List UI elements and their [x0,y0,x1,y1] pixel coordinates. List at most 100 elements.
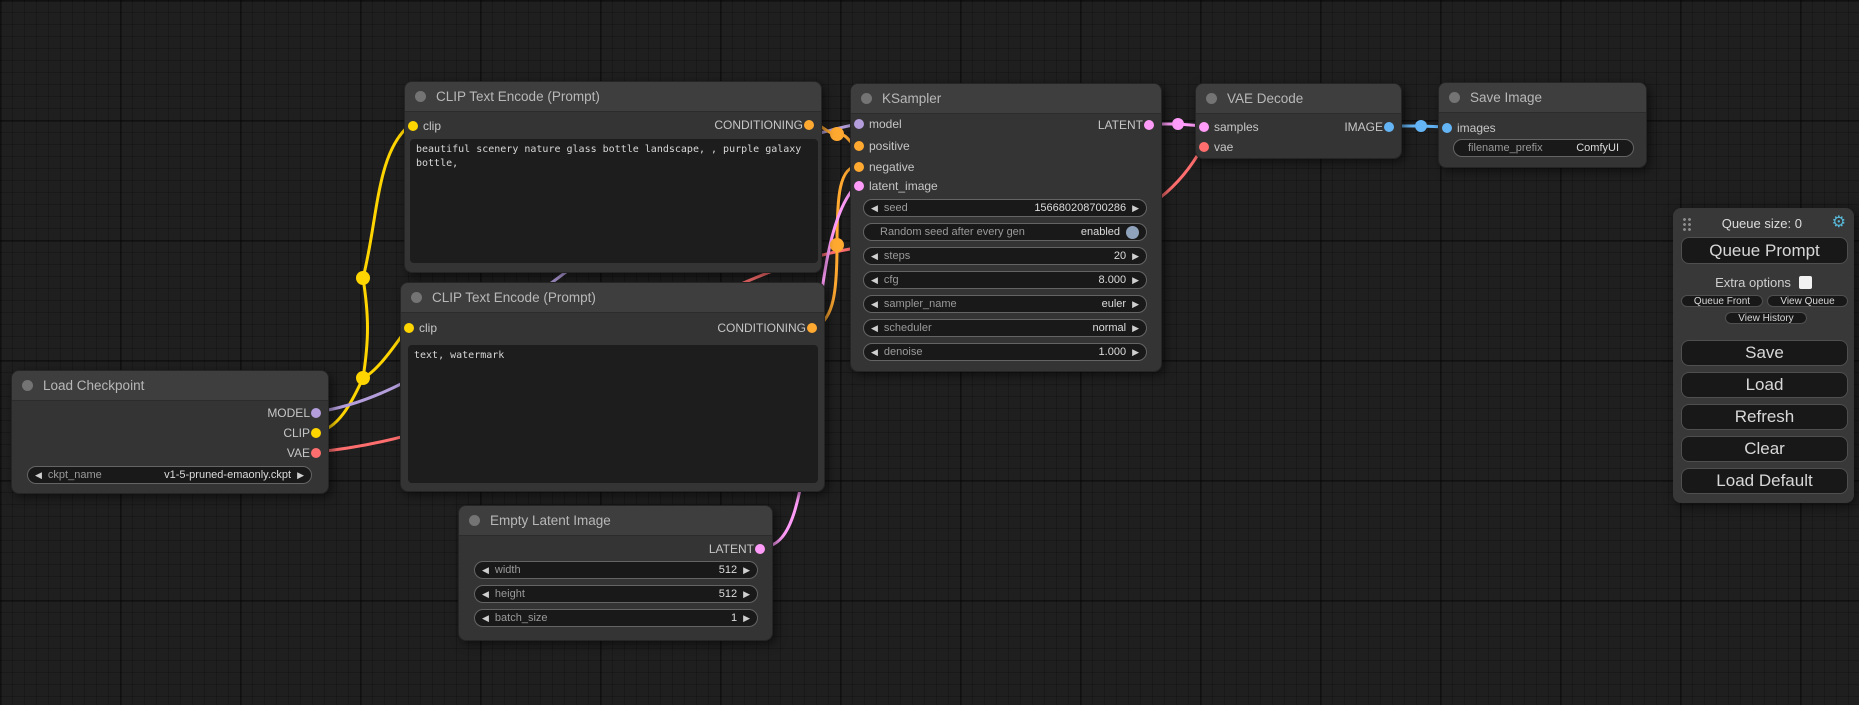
output-slot-latent[interactable]: LATENT [851,115,1161,135]
conditioning-port-icon[interactable] [854,141,864,151]
node-vae-decode[interactable]: VAE Decode samples vae IMAGE [1195,83,1402,159]
increment-arrow-icon[interactable]: ▶ [1132,252,1139,261]
node-load-checkpoint[interactable]: Load Checkpoint MODEL CLIP VAE ◀ ckpt_na… [11,370,329,494]
conditioning-port-icon[interactable] [804,120,814,130]
decrement-arrow-icon[interactable]: ◀ [871,252,878,261]
queue-front-button[interactable]: Queue Front [1681,295,1763,307]
collapse-dot-icon[interactable] [22,380,33,391]
collapse-dot-icon[interactable] [469,515,480,526]
collapse-dot-icon[interactable] [1206,93,1217,104]
node-title-bar[interactable]: VAE Decode [1196,84,1401,114]
collapse-dot-icon[interactable] [861,93,872,104]
decrement-arrow-icon[interactable]: ◀ [871,348,878,357]
increment-arrow-icon[interactable]: ▶ [1132,300,1139,309]
batch-size-widget[interactable]: ◀ batch_size 1 ▶ [474,609,758,627]
queue-prompt-button[interactable]: Queue Prompt [1681,237,1848,264]
clip-port-icon[interactable] [311,428,321,438]
increment-arrow-icon[interactable]: ▶ [743,566,750,575]
gear-icon[interactable]: ⚙ [1832,215,1846,231]
output-slot-conditioning[interactable]: CONDITIONING [401,318,824,338]
steps-widget[interactable]: ◀ steps 20 ▶ [863,247,1147,265]
decrement-arrow-icon[interactable]: ◀ [871,324,878,333]
node-ksampler[interactable]: KSampler model positive negative latent_… [850,83,1162,372]
reroute-dot-conditioning[interactable] [830,127,844,141]
node-title-bar[interactable]: Empty Latent Image [459,506,772,536]
drag-handle-icon[interactable] [1681,216,1692,231]
output-slot-model[interactable]: MODEL [12,403,328,423]
output-slot-latent[interactable]: LATENT [459,539,772,559]
extra-options-checkbox[interactable] [1799,276,1812,289]
input-slot-negative[interactable]: negative [851,157,1161,177]
reroute-dot-clip[interactable] [356,271,370,285]
load-default-button[interactable]: Load Default [1681,468,1848,494]
latent-port-icon[interactable] [854,181,864,191]
load-button[interactable]: Load [1681,372,1848,398]
decrement-arrow-icon[interactable]: ◀ [35,471,42,480]
conditioning-port-icon[interactable] [807,323,817,333]
reroute-dot-conditioning[interactable] [830,238,844,252]
model-port-icon[interactable] [311,408,321,418]
output-slot-conditioning[interactable]: CONDITIONING [405,115,821,135]
output-slot-image[interactable]: IMAGE [1196,117,1401,137]
vae-port-icon[interactable] [311,448,321,458]
output-slot-vae[interactable]: VAE [12,443,328,463]
latent-port-icon[interactable] [755,544,765,554]
decrement-arrow-icon[interactable]: ◀ [871,276,878,285]
view-history-button[interactable]: View History [1725,312,1807,324]
decrement-arrow-icon[interactable]: ◀ [482,590,489,599]
height-widget[interactable]: ◀ height 512 ▶ [474,585,758,603]
increment-arrow-icon[interactable]: ▶ [743,590,750,599]
node-title-bar[interactable]: Save Image [1439,83,1646,113]
prompt-textarea[interactable]: beautiful scenery nature glass bottle la… [410,139,818,263]
save-button[interactable]: Save [1681,340,1848,366]
node-clip-text-encode-positive[interactable]: CLIP Text Encode (Prompt) clip CONDITION… [404,81,822,273]
node-save-image[interactable]: Save Image images filename_prefix ComfyU… [1438,82,1647,168]
toggle-circle-icon[interactable] [1126,226,1139,239]
reroute-dot-clip[interactable] [356,371,370,385]
increment-arrow-icon[interactable]: ▶ [743,614,750,623]
node-title-bar[interactable]: KSampler [851,84,1161,114]
increment-arrow-icon[interactable]: ▶ [1132,348,1139,357]
decrement-arrow-icon[interactable]: ◀ [482,566,489,575]
cfg-widget[interactable]: ◀ cfg 8.000 ▶ [863,271,1147,289]
image-port-icon[interactable] [1384,122,1394,132]
decrement-arrow-icon[interactable]: ◀ [871,204,878,213]
output-slot-clip[interactable]: CLIP [12,423,328,443]
vae-port-icon[interactable] [1199,142,1209,152]
reroute-dot-image[interactable] [1415,120,1427,132]
collapse-dot-icon[interactable] [415,91,426,102]
scheduler-widget[interactable]: ◀ scheduler normal ▶ [863,319,1147,337]
decrement-arrow-icon[interactable]: ◀ [482,614,489,623]
node-title-bar[interactable]: CLIP Text Encode (Prompt) [405,82,821,112]
collapse-dot-icon[interactable] [1449,92,1460,103]
view-queue-button[interactable]: View Queue [1767,295,1848,307]
input-slot-vae[interactable]: vae [1196,137,1401,157]
ckpt-name-widget[interactable]: ◀ ckpt_name v1-5-pruned-emaonly.ckpt ▶ [27,466,312,484]
node-clip-text-encode-negative[interactable]: CLIP Text Encode (Prompt) clip CONDITION… [400,282,825,492]
clear-button[interactable]: Clear [1681,436,1848,462]
increment-arrow-icon[interactable]: ▶ [1132,324,1139,333]
filename-prefix-widget[interactable]: filename_prefix ComfyUI [1453,139,1634,157]
collapse-dot-icon[interactable] [411,292,422,303]
denoise-widget[interactable]: ◀ denoise 1.000 ▶ [863,343,1147,361]
random-seed-toggle-widget[interactable]: Random seed after every gen enabled [863,223,1147,241]
decrement-arrow-icon[interactable]: ◀ [871,300,878,309]
seed-widget[interactable]: ◀ seed 156680208700286 ▶ [863,199,1147,217]
input-slot-latent-image[interactable]: latent_image [851,176,1161,196]
width-widget[interactable]: ◀ width 512 ▶ [474,561,758,579]
input-slot-positive[interactable]: positive [851,136,1161,156]
node-title-bar[interactable]: Load Checkpoint [12,371,328,401]
refresh-button[interactable]: Refresh [1681,404,1848,430]
input-slot-images[interactable]: images [1439,118,1646,138]
increment-arrow-icon[interactable]: ▶ [1132,276,1139,285]
reroute-dot-latent[interactable] [1172,118,1184,130]
prompt-textarea[interactable]: text, watermark [408,345,818,483]
node-title-bar[interactable]: CLIP Text Encode (Prompt) [401,283,824,313]
image-port-icon[interactable] [1442,123,1452,133]
latent-port-icon[interactable] [1144,120,1154,130]
node-empty-latent-image[interactable]: Empty Latent Image LATENT ◀ width 512 ▶ … [458,505,773,641]
sampler-name-widget[interactable]: ◀ sampler_name euler ▶ [863,295,1147,313]
increment-arrow-icon[interactable]: ▶ [1132,204,1139,213]
conditioning-port-icon[interactable] [854,162,864,172]
increment-arrow-icon[interactable]: ▶ [297,471,304,480]
